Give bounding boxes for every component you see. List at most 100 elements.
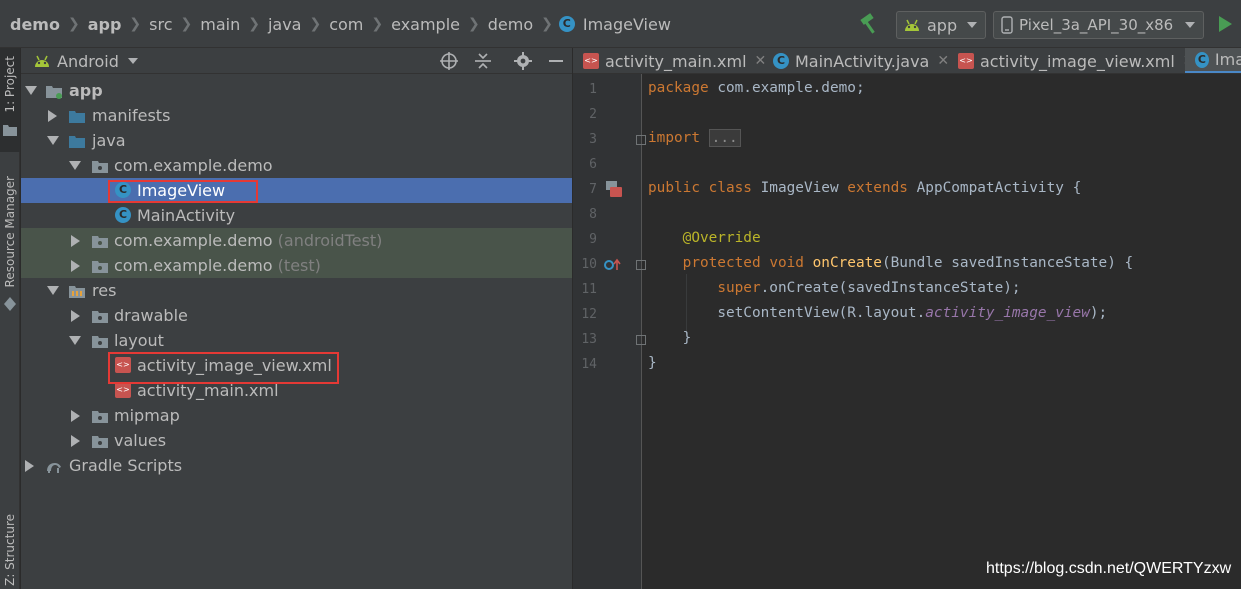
line-number: 8 xyxy=(589,207,597,222)
run-configuration-select[interactable]: app xyxy=(896,11,986,39)
tree-item-values[interactable]: values xyxy=(21,428,572,453)
tree-item-mainactivity[interactable]: C MainActivity xyxy=(21,203,572,228)
folder-icon xyxy=(92,310,108,323)
fold-toggle-icon[interactable] xyxy=(636,260,646,270)
breadcrumb-current-file[interactable]: ImageView xyxy=(581,15,673,34)
folded-imports[interactable]: ... xyxy=(708,129,741,147)
gear-icon[interactable] xyxy=(513,51,533,71)
tree-item-package-test[interactable]: com.example.demo (test) xyxy=(21,253,572,278)
tab-mainactivity-java[interactable]: C MainActivity.java ✕ xyxy=(773,48,949,73)
structure-tool-tab[interactable]: Z: Structure xyxy=(0,514,20,589)
chevron-right-icon: ❯ xyxy=(129,16,142,32)
java-class-icon: C xyxy=(1195,51,1209,68)
expand-arrow-icon[interactable] xyxy=(71,409,80,422)
chevron-down-icon xyxy=(127,58,138,64)
folder-icon xyxy=(69,110,85,123)
tab-activity-main-xml[interactable]: <> activity_main.xml ✕ xyxy=(583,48,767,73)
tree-item-imageview[interactable]: C ImageView xyxy=(21,178,572,203)
project-panel-header: Android xyxy=(21,48,572,74)
tree-item-package-androidtest[interactable]: com.example.demo (androidTest) xyxy=(21,228,572,253)
tree-item-java[interactable]: java xyxy=(21,128,572,153)
tab-label: activity_image_view.xml xyxy=(980,51,1175,71)
tree-item-label: com.example.demo (test) xyxy=(114,256,321,275)
tree-item-drawable[interactable]: drawable xyxy=(21,303,572,328)
device-label: Pixel_3a_API_30_x86 xyxy=(1019,16,1174,34)
line-number: 7 xyxy=(589,182,597,197)
project-view-select[interactable]: Android xyxy=(33,50,138,72)
hide-panel-icon[interactable] xyxy=(546,51,566,71)
expand-arrow-icon[interactable] xyxy=(25,86,37,95)
tree-item-label: values xyxy=(114,431,167,450)
override-method-icon[interactable] xyxy=(603,257,623,273)
locate-file-icon[interactable] xyxy=(439,51,459,71)
close-icon[interactable]: ✕ xyxy=(937,53,949,69)
close-icon[interactable]: ✕ xyxy=(755,53,767,69)
java-class-icon: C xyxy=(115,207,131,223)
tree-item-res[interactable]: res xyxy=(21,278,572,303)
code-text-area[interactable]: package com.example.demo; import ... pub… xyxy=(648,74,1241,589)
breadcrumb-src[interactable]: src xyxy=(147,15,174,34)
editor-tab-bar: <> activity_main.xml ✕ C MainActivity.ja… xyxy=(573,48,1241,74)
expand-arrow-icon[interactable] xyxy=(71,259,80,272)
layout-file-gutter-icon[interactable] xyxy=(604,180,624,198)
tab-label: activity_main.xml xyxy=(605,51,747,71)
tree-item-app[interactable]: app xyxy=(21,78,572,103)
breadcrumb-demo-package[interactable]: demo xyxy=(486,15,535,34)
breadcrumb-app[interactable]: app xyxy=(86,15,124,34)
tree-item-gradle-scripts[interactable]: Gradle Scripts xyxy=(21,453,572,478)
tree-item-manifests[interactable]: manifests xyxy=(21,103,572,128)
fold-toggle-icon[interactable] xyxy=(636,335,646,345)
tree-item-label: drawable xyxy=(114,306,188,325)
chevron-right-icon: ❯ xyxy=(309,16,322,32)
run-play-icon[interactable] xyxy=(1219,16,1232,32)
tree-item-label: Gradle Scripts xyxy=(69,456,183,475)
tree-item-mipmap[interactable]: mipmap xyxy=(21,403,572,428)
code-editor: <> activity_main.xml ✕ C MainActivity.ja… xyxy=(573,48,1241,589)
code-line-1: package com.example.demo; xyxy=(648,80,865,96)
device-select[interactable]: Pixel_3a_API_30_x86 xyxy=(993,11,1204,39)
collapse-all-icon[interactable] xyxy=(473,51,493,71)
build-hammer-icon[interactable] xyxy=(858,13,882,35)
expand-arrow-icon[interactable] xyxy=(71,434,80,447)
tab-activity-image-view-xml[interactable]: <> activity_image_view.xml ✕ xyxy=(958,48,1195,73)
tree-item-label: res xyxy=(92,281,117,300)
breadcrumb-demo[interactable]: demo xyxy=(8,15,62,34)
line-number: 10 xyxy=(581,257,597,272)
java-class-icon: C xyxy=(558,16,575,32)
code-line-14: } xyxy=(648,355,657,371)
expand-arrow-icon[interactable] xyxy=(47,136,59,145)
highlight-box-imageview xyxy=(108,180,258,203)
expand-arrow-icon[interactable] xyxy=(47,286,59,295)
expand-arrow-icon[interactable] xyxy=(69,161,81,170)
breadcrumb-main[interactable]: main xyxy=(198,15,242,34)
code-line-11: super.onCreate(savedInstanceState); xyxy=(717,280,1021,296)
expand-arrow-icon[interactable] xyxy=(71,234,80,247)
phone-icon xyxy=(1001,16,1013,34)
chevron-right-icon: ❯ xyxy=(67,16,80,32)
breadcrumb-com[interactable]: com xyxy=(327,15,365,34)
highlight-box-activity-image-view-xml xyxy=(108,352,339,384)
project-tool-tab[interactable]: 1: Project xyxy=(0,48,20,152)
tab-imageview-java[interactable]: C Ima xyxy=(1185,48,1241,73)
project-view-label: Android xyxy=(57,51,119,71)
expand-arrow-icon[interactable] xyxy=(69,336,81,345)
folder-icon xyxy=(92,335,108,348)
expand-arrow-icon[interactable] xyxy=(25,459,34,472)
chevron-down-icon xyxy=(1185,22,1195,28)
expand-arrow-icon[interactable] xyxy=(48,109,57,122)
fold-toggle-icon[interactable] xyxy=(636,135,646,145)
code-line-10: protected void onCreate(Bundle savedInst… xyxy=(682,255,1134,271)
tab-label: Ima xyxy=(1214,50,1241,69)
run-configuration-label: app xyxy=(927,15,958,35)
code-line-7: public class ImageView extends AppCompat… xyxy=(648,180,1082,196)
tree-item-layout[interactable]: layout xyxy=(21,328,572,353)
tree-item-label: manifests xyxy=(92,106,171,125)
breadcrumb-java[interactable]: java xyxy=(266,15,304,34)
resource-manager-tool-tab[interactable]: Resource Manager xyxy=(0,176,20,318)
tree-item-package-main[interactable]: com.example.demo xyxy=(21,153,572,178)
expand-arrow-icon[interactable] xyxy=(71,309,80,322)
line-number: 6 xyxy=(589,157,597,172)
tree-item-label: app xyxy=(69,81,103,100)
breadcrumb-example[interactable]: example xyxy=(389,15,462,34)
structure-tab-label: Z: Structure xyxy=(3,514,17,586)
